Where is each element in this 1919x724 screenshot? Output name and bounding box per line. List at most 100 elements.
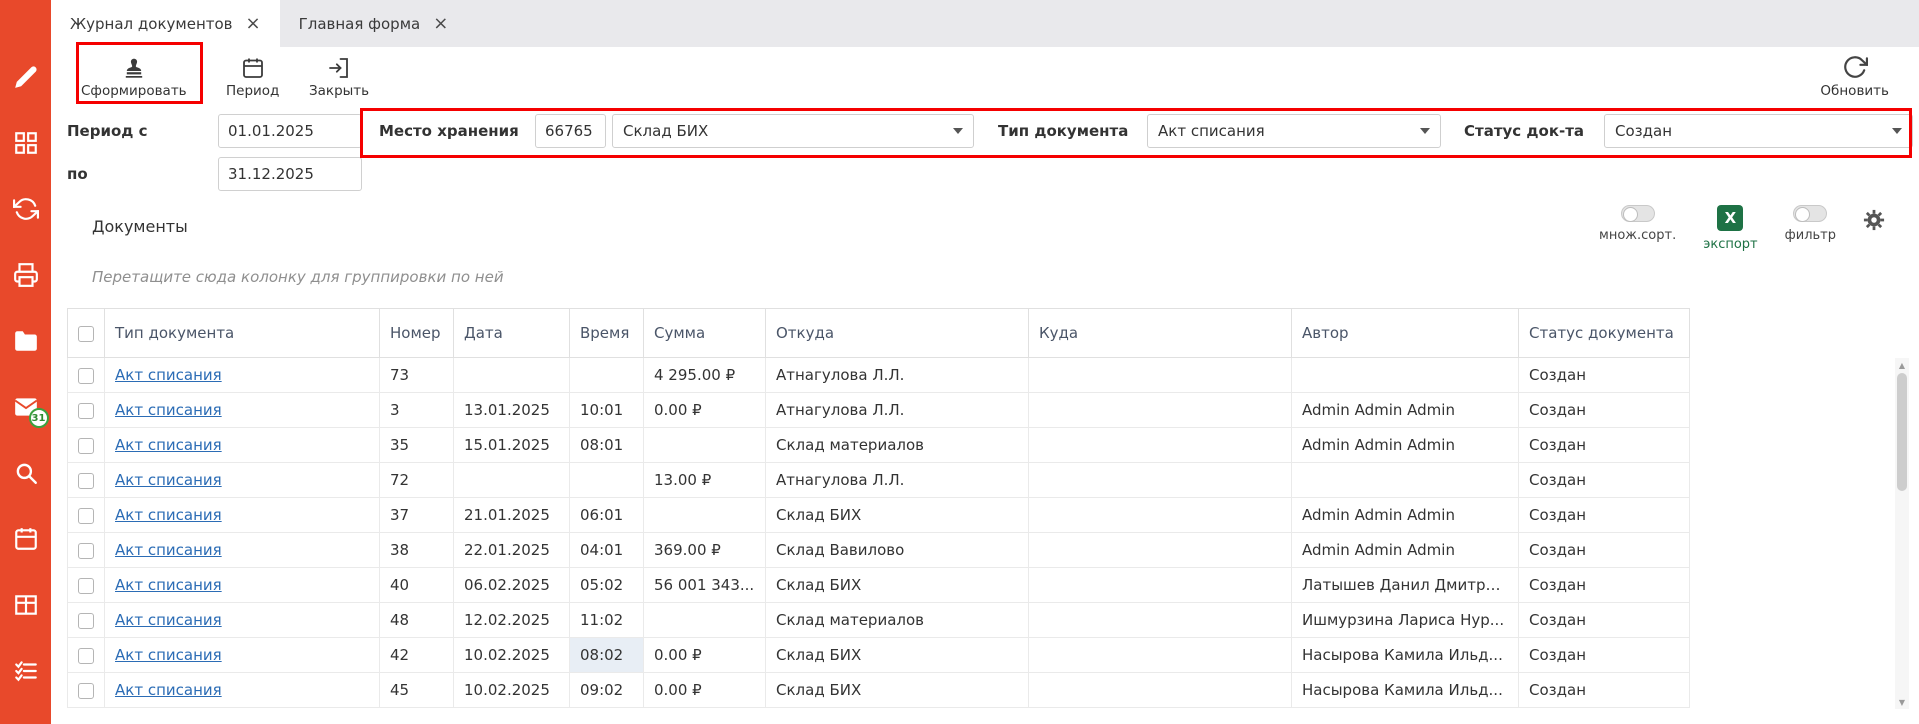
cell-from: Склад БИХ bbox=[766, 498, 1029, 533]
app-root: 31 Журнал документов × Главная форма × bbox=[0, 0, 1919, 724]
cell-doc-type: Акт списания bbox=[105, 498, 380, 533]
tab-main-form[interactable]: Главная форма × bbox=[280, 0, 468, 47]
cell-date: 13.01.2025 bbox=[454, 393, 570, 428]
print-icon-glyph bbox=[13, 262, 39, 288]
cell-from: Склад БИХ bbox=[766, 568, 1029, 603]
doc-type-link[interactable]: Акт списания bbox=[115, 576, 222, 594]
status-label: Статус док-та bbox=[1464, 114, 1584, 148]
row-checkbox[interactable] bbox=[78, 473, 94, 489]
column-header[interactable]: Дата bbox=[454, 309, 570, 358]
column-header[interactable]: Номер bbox=[380, 309, 454, 358]
filter-toggle[interactable] bbox=[1793, 205, 1827, 222]
doc-type-link[interactable]: Акт списания bbox=[115, 471, 222, 489]
period-button-label: Период bbox=[226, 83, 279, 99]
calendar-icon[interactable] bbox=[13, 526, 39, 552]
row-checkbox[interactable] bbox=[78, 578, 94, 594]
row-checkbox[interactable] bbox=[78, 438, 94, 454]
cell-date: 21.01.2025 bbox=[454, 498, 570, 533]
row-checkbox[interactable] bbox=[78, 403, 94, 419]
cell-time: 09:02 bbox=[570, 673, 644, 708]
cell-author bbox=[1292, 463, 1519, 498]
excel-export-icon[interactable]: X bbox=[1717, 205, 1743, 231]
period-from-input[interactable] bbox=[218, 114, 362, 148]
doc-type-link[interactable]: Акт списания bbox=[115, 506, 222, 524]
header-checkbox-cell bbox=[68, 309, 105, 358]
cell-date: 12.02.2025 bbox=[454, 603, 570, 638]
cell-sum: 0.00 ₽ bbox=[644, 393, 766, 428]
storage-select[interactable]: Склад БИХ bbox=[612, 114, 974, 148]
cell-to bbox=[1029, 463, 1292, 498]
table-header-row: Тип документаНомерДатаВремяСуммаОткудаКу… bbox=[68, 309, 1690, 358]
close-form-button[interactable]: Закрыть bbox=[309, 56, 369, 99]
generate-button[interactable]: Сформировать bbox=[81, 56, 187, 99]
column-header[interactable]: Статус документа bbox=[1519, 309, 1690, 358]
doc-type-link[interactable]: Акт списания bbox=[115, 541, 222, 559]
row-checkbox-cell bbox=[68, 533, 105, 568]
folder-icon[interactable] bbox=[13, 328, 39, 354]
doc-type-link[interactable]: Акт списания bbox=[115, 366, 222, 384]
search-icon[interactable] bbox=[13, 460, 39, 486]
mail-icon[interactable]: 31 bbox=[13, 394, 39, 420]
row-checkbox[interactable] bbox=[78, 368, 94, 384]
cell-doc-type: Акт списания bbox=[105, 568, 380, 603]
vertical-scrollbar[interactable]: ▲ ▼ bbox=[1895, 358, 1909, 709]
select-all-checkbox[interactable] bbox=[78, 326, 94, 342]
sync-icon[interactable] bbox=[13, 196, 39, 222]
cell-from: Склад БИХ bbox=[766, 673, 1029, 708]
refresh-button[interactable]: Обновить bbox=[1820, 54, 1889, 99]
tasks-icon-glyph bbox=[13, 658, 39, 684]
cell-date: 15.01.2025 bbox=[454, 428, 570, 463]
column-header[interactable]: Сумма bbox=[644, 309, 766, 358]
column-header[interactable]: Тип документа bbox=[105, 309, 380, 358]
multi-sort-toggle[interactable] bbox=[1621, 205, 1655, 222]
gear-icon[interactable] bbox=[1863, 209, 1885, 235]
cell-number: 45 bbox=[380, 673, 454, 708]
table-icon-glyph bbox=[13, 592, 39, 618]
doc-type-link[interactable]: Акт списания bbox=[115, 436, 222, 454]
status-select[interactable]: Создан bbox=[1604, 114, 1913, 148]
cell-time: 05:02 bbox=[570, 568, 644, 603]
edit-icon[interactable] bbox=[13, 64, 39, 90]
table-icon[interactable] bbox=[13, 592, 39, 618]
cell-author: Насырова Камила Ильд... bbox=[1292, 638, 1519, 673]
column-header[interactable]: Автор bbox=[1292, 309, 1519, 358]
column-header[interactable]: Куда bbox=[1029, 309, 1292, 358]
row-checkbox[interactable] bbox=[78, 543, 94, 559]
documents-table-wrap: Тип документаНомерДатаВремяСуммаОткудаКу… bbox=[67, 308, 1690, 708]
scrollbar-thumb[interactable] bbox=[1897, 373, 1907, 491]
tab-close-icon[interactable]: × bbox=[433, 15, 448, 33]
cell-doc-type: Акт списания bbox=[105, 463, 380, 498]
table-row: Акт списания4006.02.202505:0256 001 343.… bbox=[68, 568, 1690, 603]
row-checkbox[interactable] bbox=[78, 613, 94, 629]
row-checkbox-cell bbox=[68, 603, 105, 638]
doc-type-link[interactable]: Акт списания bbox=[115, 401, 222, 419]
panel-controls: множ.сорт. X экспорт фильтр bbox=[1599, 205, 1885, 252]
cell-status: Создан bbox=[1519, 428, 1690, 463]
storage-code-input[interactable] bbox=[535, 114, 606, 148]
period-button[interactable]: Период bbox=[226, 56, 279, 99]
tab-journal[interactable]: Журнал документов × bbox=[51, 0, 280, 47]
table-row: Акт списания313.01.202510:010.00 ₽Атнагу… bbox=[68, 393, 1690, 428]
column-header[interactable]: Время bbox=[570, 309, 644, 358]
doc-type-link[interactable]: Акт списания bbox=[115, 681, 222, 699]
row-checkbox[interactable] bbox=[78, 683, 94, 699]
cell-to bbox=[1029, 498, 1292, 533]
row-checkbox[interactable] bbox=[78, 648, 94, 664]
doc-type-link[interactable]: Акт списания bbox=[115, 611, 222, 629]
scroll-up-icon[interactable]: ▲ bbox=[1895, 358, 1909, 372]
period-from-label: Период с bbox=[67, 114, 148, 148]
tab-close-icon[interactable]: × bbox=[246, 15, 261, 33]
apps-grid-icon[interactable] bbox=[13, 130, 39, 156]
print-icon[interactable] bbox=[13, 262, 39, 288]
column-header[interactable]: Откуда bbox=[766, 309, 1029, 358]
tasks-icon[interactable] bbox=[13, 658, 39, 684]
row-checkbox[interactable] bbox=[78, 508, 94, 524]
doc-type-select[interactable]: Акт списания bbox=[1147, 114, 1441, 148]
cell-status: Создан bbox=[1519, 393, 1690, 428]
cell-sum bbox=[644, 498, 766, 533]
period-to-input[interactable] bbox=[218, 157, 362, 191]
cell-number: 38 bbox=[380, 533, 454, 568]
cell-status: Создан bbox=[1519, 568, 1690, 603]
doc-type-link[interactable]: Акт списания bbox=[115, 646, 222, 664]
scroll-down-icon[interactable]: ▼ bbox=[1895, 695, 1909, 709]
